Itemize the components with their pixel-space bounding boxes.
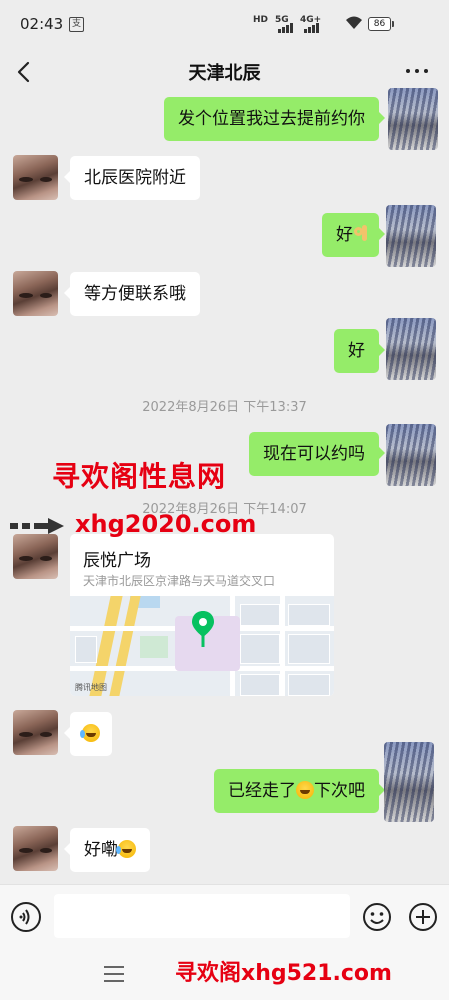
watermark-bottom: 寻欢阁xhg521.com <box>175 961 392 986</box>
laugh-cry-emoji <box>80 724 100 742</box>
contact-avatar[interactable] <box>13 710 58 755</box>
ok-hand-emoji <box>353 225 369 243</box>
message-text: 下次吧 <box>314 781 365 801</box>
alipay-notification-icon: 支 <box>69 17 84 32</box>
message-text: 已经走了 <box>228 781 296 801</box>
laugh-cry-emoji <box>116 840 136 858</box>
hd-indicator: HD <box>253 15 269 25</box>
self-avatar[interactable] <box>388 88 438 150</box>
contact-avatar[interactable] <box>13 826 58 871</box>
self-avatar[interactable] <box>386 205 436 267</box>
signal-icon <box>278 19 298 33</box>
contact-avatar[interactable] <box>13 534 58 579</box>
chat-header: 天津北辰 <box>0 48 449 98</box>
self-avatar[interactable] <box>386 424 436 486</box>
emoji-icon[interactable] <box>362 902 392 932</box>
message-outgoing[interactable]: 好 <box>334 329 385 373</box>
message-outgoing[interactable]: 已经走了 下次吧 <box>214 769 385 813</box>
watermark-arrow-icon <box>10 518 64 534</box>
chat-title: 天津北辰 <box>188 63 261 84</box>
message-outgoing[interactable]: 发个位置我过去提前约你 <box>164 97 385 141</box>
chat-input-bar <box>0 884 449 949</box>
message-incoming[interactable]: 等方便联系哦 <box>64 272 200 316</box>
grin-sweat-emoji <box>296 781 314 799</box>
location-card[interactable]: 辰悦广场 天津市北辰区京津路与天马道交叉口 腾讯地图 <box>70 534 334 696</box>
status-time: 02:43 <box>20 15 64 33</box>
contact-avatar[interactable] <box>13 271 58 316</box>
message-text: 好 <box>336 225 353 245</box>
message-incoming[interactable]: 好嘞 <box>64 828 150 872</box>
location-map: 腾讯地图 <box>70 596 334 696</box>
timestamp: 2022年8月26日 下午13:37 <box>142 400 307 415</box>
contact-avatar[interactable] <box>13 155 58 200</box>
message-outgoing[interactable]: 现在可以约吗 <box>249 432 385 476</box>
battery-icon: 86 <box>368 17 394 31</box>
message-outgoing[interactable]: 好 <box>322 213 385 257</box>
menu-icon[interactable] <box>104 966 124 982</box>
map-attribution: 腾讯地图 <box>75 683 107 692</box>
plus-icon[interactable] <box>408 902 438 932</box>
watermark-text: 寻欢阁性息网 <box>52 460 227 493</box>
watermark-url: xhg2020.com <box>75 510 257 538</box>
location-name: 辰悦广场 <box>83 551 151 571</box>
message-incoming[interactable] <box>64 712 112 756</box>
signal-icon-2 <box>304 19 324 33</box>
self-avatar[interactable] <box>384 742 434 822</box>
more-icon[interactable] <box>404 66 430 76</box>
voice-icon[interactable] <box>11 902 41 932</box>
location-pin-icon <box>192 611 214 647</box>
self-avatar[interactable] <box>386 318 436 380</box>
wifi-icon <box>346 16 362 29</box>
message-input[interactable] <box>54 894 350 938</box>
message-incoming[interactable]: 北辰医院附近 <box>64 156 200 200</box>
location-address: 天津市北辰区京津路与天马道交叉口 <box>83 574 276 588</box>
status-bar: 02:43 支 HD 5G 4G+ 86 <box>0 0 449 48</box>
message-text: 好嘞 <box>84 840 118 860</box>
